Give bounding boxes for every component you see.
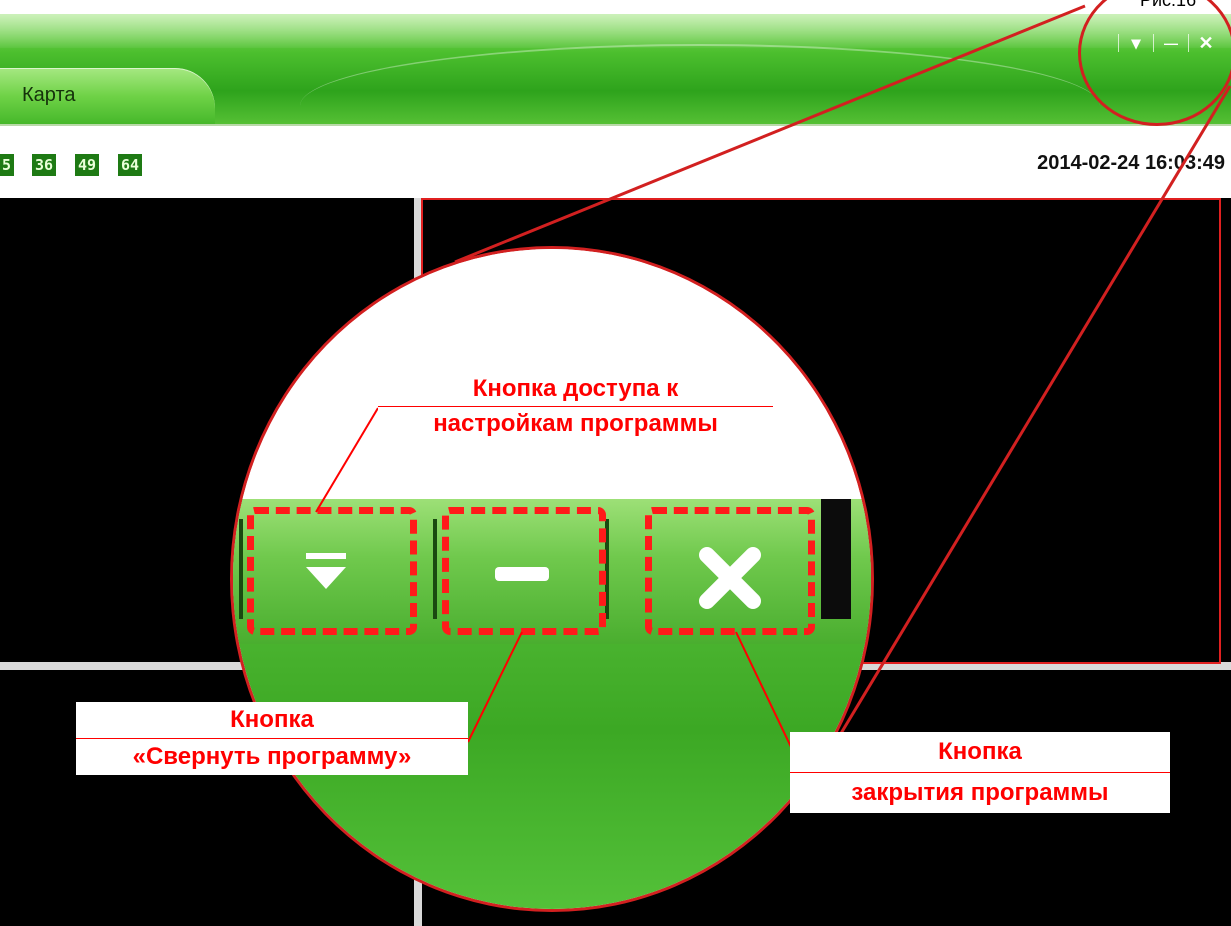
callout-close-line2: закрытия программы: [851, 779, 1109, 806]
layout-button-64[interactable]: 64: [118, 154, 143, 176]
layout-button-49[interactable]: 49: [75, 154, 100, 176]
callout-minimize-line2: «Свернуть программу»: [132, 743, 412, 770]
toolbar: 5 36 49 64 2014-02-24 16:03:49: [0, 124, 1231, 198]
callout-minimize-line1: Кнопка: [76, 702, 468, 739]
callout-settings-line2: настройкам программы: [433, 410, 718, 437]
tab-map-label: Карта: [22, 84, 76, 106]
callout-close-line1: Кнопка: [790, 732, 1170, 773]
magnifier-zoom: [230, 246, 874, 912]
highlight-minimize-button: [442, 507, 606, 635]
title-bar-gloss: [0, 14, 1231, 48]
callout-settings-line1: Кнопка доступа к: [378, 372, 773, 407]
callout-minimize: Кнопка «Свернуть программу»: [76, 702, 468, 775]
current-datetime: 2014-02-24 16:03:49: [1037, 152, 1225, 174]
callout-close: Кнопка закрытия программы: [790, 732, 1170, 813]
layout-button-5[interactable]: 5: [0, 154, 14, 176]
highlight-settings-button: [247, 507, 417, 635]
magnified-separator: [239, 519, 243, 619]
magnifier-dark-edge: [821, 499, 851, 619]
callout-settings: Кнопка доступа к настройкам программы: [378, 372, 773, 441]
highlight-close-button: [645, 507, 815, 635]
magnified-separator: [433, 519, 437, 619]
layout-button-36[interactable]: 36: [32, 154, 57, 176]
title-bar: ▾ — ✕ Карта: [0, 14, 1231, 124]
title-bar-decoration: [300, 44, 1100, 106]
tab-map[interactable]: Карта: [0, 68, 215, 124]
